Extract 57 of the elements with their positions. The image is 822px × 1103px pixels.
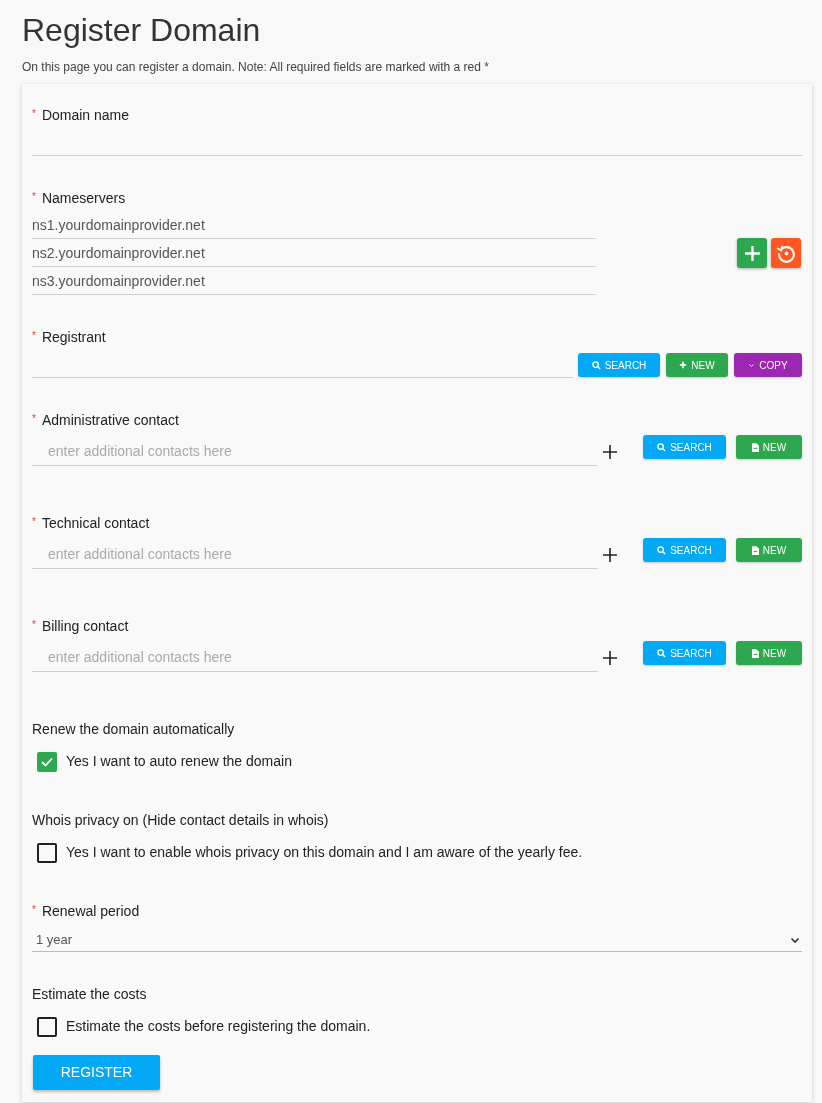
- search-button[interactable]: SEARCH: [578, 353, 660, 377]
- checkbox[interactable]: [37, 842, 57, 863]
- search-icon: [657, 545, 667, 555]
- new-button[interactable]: NEW: [736, 641, 802, 665]
- new-button[interactable]: NEW: [736, 435, 802, 459]
- nameserver-field[interactable]: ns2.yourdomainprovider.net: [32, 239, 596, 267]
- required-asterisk: *: [32, 329, 36, 343]
- required-asterisk: *: [32, 618, 36, 632]
- required-asterisk: *: [32, 190, 36, 204]
- reset-button[interactable]: [771, 238, 801, 268]
- plus-icon: [679, 361, 688, 369]
- required-asterisk: *: [32, 412, 36, 426]
- required-asterisk: *: [32, 107, 36, 121]
- copy-button[interactable]: COPY: [734, 353, 802, 377]
- nameserver-field[interactable]: ns3.yourdomainprovider.net: [32, 267, 596, 295]
- field-label: Whois privacy on (Hide contact details in whois): [32, 810, 329, 830]
- field-label: Estimate the costs: [32, 984, 147, 1004]
- new-button[interactable]: NEW: [666, 353, 728, 377]
- field-label: Administrative contact: [41, 410, 179, 430]
- search-icon: [657, 648, 667, 658]
- new-button[interactable]: NEW: [736, 538, 802, 562]
- select-field[interactable]: 1 year: [32, 928, 802, 952]
- field-label: Domain name: [41, 105, 130, 125]
- required-asterisk: *: [32, 903, 36, 917]
- plus-icon[interactable]: [603, 548, 617, 562]
- page-title: Register Domain: [22, 11, 261, 50]
- register-button[interactable]: REGISTER: [33, 1055, 160, 1090]
- field-label: Technical contact: [41, 513, 150, 533]
- required-asterisk: *: [32, 515, 36, 529]
- search-button[interactable]: SEARCH: [643, 435, 726, 459]
- checkbox-label: Yes I want to enable whois privacy on this domain and I am aware of the yearly fee.: [66, 843, 583, 862]
- document-icon: [751, 442, 759, 452]
- contact-field[interactable]: enter additional contacts here: [32, 437, 597, 466]
- search-button[interactable]: SEARCH: [643, 538, 726, 562]
- add-button[interactable]: [737, 238, 767, 268]
- checkbox[interactable]: [37, 751, 57, 772]
- search-button[interactable]: SEARCH: [643, 641, 726, 665]
- contact-field[interactable]: enter additional contacts here: [32, 540, 597, 569]
- field-label: Renew the domain automatically: [32, 719, 235, 739]
- nameserver-field[interactable]: ns1.yourdomainprovider.net: [32, 211, 596, 239]
- search-icon: [591, 360, 601, 370]
- checkbox[interactable]: [37, 1016, 57, 1037]
- chevron-down-icon: [748, 361, 756, 369]
- page-description: On this page you can register a domain. Note: All required fields are marked with a red *: [22, 59, 489, 76]
- contact-field[interactable]: enter additional contacts here: [32, 643, 597, 672]
- search-icon: [657, 442, 667, 452]
- field-label: Renewal period: [41, 901, 140, 921]
- checkbox-label: Yes I want to auto renew the domain: [66, 752, 292, 771]
- field-label: Registrant: [41, 327, 106, 347]
- plus-icon[interactable]: [603, 651, 617, 665]
- document-icon: [751, 648, 759, 658]
- checkbox-label: Estimate the costs before registering the domain.: [66, 1017, 371, 1036]
- plus-icon[interactable]: [603, 445, 617, 459]
- field-label: Billing contact: [41, 616, 129, 636]
- field-label: Nameservers: [41, 188, 126, 208]
- plus-icon: [743, 244, 761, 262]
- document-icon: [751, 545, 759, 555]
